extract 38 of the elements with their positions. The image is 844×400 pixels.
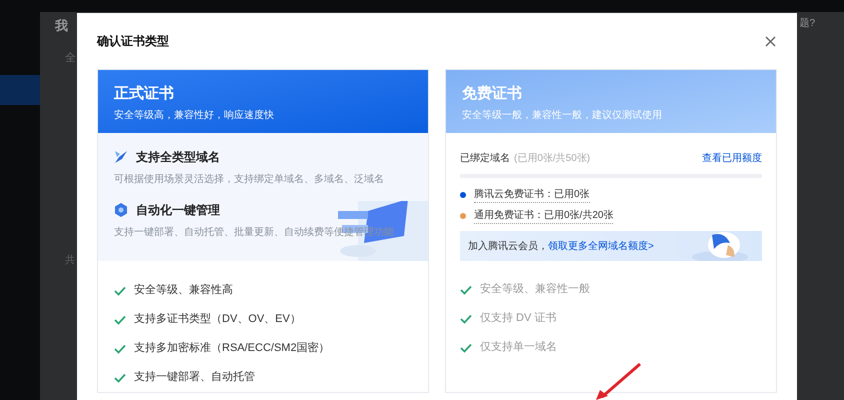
feature-title: 支持全类型域名 [136, 149, 220, 166]
annotation-arrow [596, 363, 642, 400]
feature-text: 仅支持单一域名 [480, 340, 557, 356]
page-title: 我 [55, 17, 68, 35]
feature-description: 可根据使用场景灵活选择，支持绑定单域名、多域名、泛域名 [114, 172, 384, 187]
check-icon [460, 342, 472, 352]
banner-link[interactable]: 领取更多全网域名额度> [548, 238, 654, 254]
feature-title: 自动化一键管理 [136, 202, 220, 219]
rocket-icon [114, 150, 128, 164]
feature-text: 安全等级、兼容性高 [134, 282, 233, 298]
feature-text: 支持多证书类型（DV、OV、EV） [134, 312, 301, 328]
check-icon [114, 344, 126, 354]
check-icon [114, 372, 126, 382]
help-text: 题? [799, 17, 815, 31]
pagination-text: 共 [65, 254, 75, 268]
quota-label: 已绑定域名 [460, 152, 510, 166]
close-button[interactable] [763, 34, 777, 48]
card-subtitle: 安全等级高，兼容性好，响应速度快 [114, 108, 275, 123]
check-icon [460, 314, 472, 324]
feature-text: 安全等级、兼容性一般 [480, 282, 590, 298]
gear-icon [114, 203, 128, 217]
feature-text: 支持一键部署、自动托管 [134, 370, 255, 386]
card-title: 免费证书 [462, 84, 523, 104]
card-title: 正式证书 [114, 84, 175, 104]
quota-detail: (已用0张/共50张) [514, 152, 590, 166]
check-icon [460, 284, 472, 294]
feature-text: 仅支持 DV 证书 [480, 311, 556, 326]
quota-item: 通用免费证书：已用0张/共20张 [474, 208, 614, 224]
quota-item: 腾讯云免费证书：已用0张 [474, 186, 590, 202]
feature-text: 支持多加密标准（RSA/ECC/SM2国密） [134, 340, 330, 356]
check-icon [114, 286, 126, 296]
certificate-card[interactable]: 免费证书 安全等级一般，兼容性一般，建议仅测试使用 已绑定域名 (已用0张/共50张) 查看已用额度 腾讯云免费证书：已用0张 通用免费证书：已用0张/共20张 加入腾讯云会员，领取更多全网域名额度> 安全等级、兼容性一般 仅支持 DV 证书 仅支持单一域名 [445, 69, 777, 393]
check-icon [114, 314, 126, 324]
view-quota-link[interactable]: 查看已用额度 [702, 151, 762, 166]
card-subtitle: 安全等级一般，兼容性一般，建议仅测试使用 [462, 108, 663, 123]
member-banner[interactable]: 加入腾讯云会员，领取更多全网域名额度> [460, 231, 762, 261]
banner-text: 加入腾讯云会员， [468, 240, 548, 254]
dialog-title: 确认证书类型 [97, 33, 169, 50]
